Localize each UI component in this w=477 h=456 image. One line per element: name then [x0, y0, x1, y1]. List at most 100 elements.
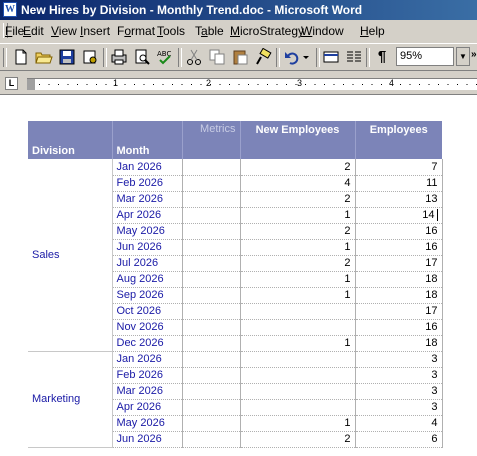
- new-employees-cell[interactable]: [240, 351, 356, 368]
- employees-cell[interactable]: 16: [355, 223, 443, 240]
- employees-cell[interactable]: 14: [355, 207, 443, 224]
- employees-cell[interactable]: 3: [355, 367, 443, 384]
- chevron-down-icon[interactable]: ▼: [456, 47, 470, 66]
- header-division[interactable]: Division: [28, 121, 113, 159]
- month-cell[interactable]: Mar 2026: [112, 383, 183, 400]
- title-bar[interactable]: W New Hires by Division - Monthly Trend.…: [0, 0, 477, 20]
- month-cell[interactable]: Apr 2026: [112, 399, 183, 416]
- cut-icon[interactable]: [185, 48, 203, 66]
- new-employees-cell[interactable]: 1: [240, 239, 356, 256]
- new-employees-cell[interactable]: [240, 319, 356, 336]
- menu-item[interactable]: File: [5, 24, 24, 38]
- menu-item[interactable]: View: [51, 24, 77, 38]
- menu-item[interactable]: Window: [301, 24, 344, 38]
- ruler-tick: [153, 84, 154, 85]
- new-employees-cell[interactable]: 2: [240, 223, 356, 240]
- employees-cell[interactable]: 3: [355, 399, 443, 416]
- header-new-employees[interactable]: New Employees: [240, 121, 356, 159]
- tab-selector-button[interactable]: L: [5, 77, 18, 90]
- new-employees-cell[interactable]: 2: [240, 431, 356, 448]
- menu-item[interactable]: Insert: [80, 24, 110, 38]
- new-employees-cell[interactable]: 1: [240, 207, 356, 224]
- employees-cell[interactable]: 7: [355, 159, 443, 176]
- undo-icon[interactable]: [283, 48, 301, 66]
- division-cell[interactable]: Sales: [28, 159, 113, 352]
- month-cell[interactable]: Jun 2026: [112, 239, 183, 256]
- month-cell[interactable]: May 2026: [112, 415, 183, 432]
- month-cell[interactable]: May 2026: [112, 223, 183, 240]
- toolbar-grip[interactable]: [3, 48, 7, 67]
- print-icon[interactable]: [110, 48, 128, 66]
- employees-cell[interactable]: 3: [355, 351, 443, 368]
- month-cell[interactable]: Apr 2026: [112, 207, 183, 224]
- month-cell[interactable]: Oct 2026: [112, 303, 183, 320]
- new-employees-cell[interactable]: 2: [240, 191, 356, 208]
- new-document-icon[interactable]: [12, 48, 30, 66]
- employees-cell[interactable]: 6: [355, 431, 443, 448]
- month-cell[interactable]: Mar 2026: [112, 191, 183, 208]
- new-employees-cell[interactable]: [240, 303, 356, 320]
- print-preview-icon[interactable]: [133, 48, 151, 66]
- menu-item[interactable]: Tools: [157, 24, 185, 38]
- metrics-spacer-cell: [182, 367, 241, 384]
- new-employees-cell[interactable]: 1: [240, 271, 356, 288]
- employees-cell[interactable]: 4: [355, 415, 443, 432]
- employees-cell[interactable]: 3: [355, 383, 443, 400]
- employees-cell[interactable]: 16: [355, 239, 443, 256]
- columns-icon[interactable]: [345, 48, 363, 66]
- format-painter-icon[interactable]: [254, 48, 272, 66]
- employees-cell[interactable]: 16: [355, 319, 443, 336]
- menu-item[interactable]: Help: [360, 24, 385, 38]
- horizontal-ruler[interactable]: 1 2 3 4: [27, 78, 477, 90]
- menu-item[interactable]: MicroStrategy: [230, 24, 304, 38]
- month-cell[interactable]: Jan 2026: [112, 159, 183, 176]
- show-formatting-button[interactable]: ¶: [373, 48, 391, 66]
- month-cell[interactable]: Dec 2026: [112, 335, 183, 352]
- employees-cell[interactable]: 11: [355, 175, 443, 192]
- copy-icon[interactable]: [208, 48, 226, 66]
- month-cell[interactable]: Feb 2026: [112, 175, 183, 192]
- new-employees-cell[interactable]: 2: [240, 159, 356, 176]
- division-cell[interactable]: Marketing: [28, 351, 113, 448]
- employees-cell[interactable]: 18: [355, 287, 443, 304]
- new-employees-cell[interactable]: 1: [240, 287, 356, 304]
- menu-item[interactable]: Table: [195, 24, 224, 38]
- toolbar-options-button[interactable]: »: [471, 49, 477, 60]
- employees-cell[interactable]: 18: [355, 335, 443, 352]
- spelling-icon[interactable]: ABC: [156, 48, 174, 66]
- metrics-spacer-cell: [182, 399, 241, 416]
- zoom-combo[interactable]: 95%: [396, 47, 454, 66]
- month-cell[interactable]: Jun 2026: [112, 431, 183, 448]
- paste-icon[interactable]: [231, 48, 249, 66]
- ruler-tick: [466, 84, 468, 85]
- month-cell[interactable]: Feb 2026: [112, 367, 183, 384]
- word-app-icon[interactable]: W: [3, 2, 17, 17]
- month-cell[interactable]: Nov 2026: [112, 319, 183, 336]
- new-employees-cell[interactable]: [240, 383, 356, 400]
- month-cell[interactable]: Jul 2026: [112, 255, 183, 272]
- permission-icon[interactable]: [81, 48, 99, 66]
- employees-cell[interactable]: 17: [355, 303, 443, 320]
- header-employees[interactable]: Employees: [355, 121, 442, 159]
- new-employees-cell[interactable]: 1: [240, 335, 356, 352]
- menu-item[interactable]: Edit: [23, 24, 44, 38]
- open-folder-icon[interactable]: [35, 48, 53, 66]
- header-metrics[interactable]: Metrics: [182, 121, 241, 159]
- menu-item[interactable]: Format: [117, 24, 155, 38]
- employees-cell[interactable]: 18: [355, 271, 443, 288]
- header-month[interactable]: Month: [112, 121, 183, 159]
- undo-dropdown-icon[interactable]: [301, 48, 311, 66]
- metrics-spacer-cell: [182, 383, 241, 400]
- month-cell[interactable]: Sep 2026: [112, 287, 183, 304]
- month-cell[interactable]: Jan 2026: [112, 351, 183, 368]
- new-employees-cell[interactable]: 4: [240, 175, 356, 192]
- save-icon[interactable]: [58, 48, 76, 66]
- employees-cell[interactable]: 17: [355, 255, 443, 272]
- insert-table-icon[interactable]: [322, 48, 340, 66]
- month-cell[interactable]: Aug 2026: [112, 271, 183, 288]
- new-employees-cell[interactable]: [240, 399, 356, 416]
- new-employees-cell[interactable]: 2: [240, 255, 356, 272]
- new-employees-cell[interactable]: 1: [240, 415, 356, 432]
- new-employees-cell[interactable]: [240, 367, 356, 384]
- employees-cell[interactable]: 13: [355, 191, 443, 208]
